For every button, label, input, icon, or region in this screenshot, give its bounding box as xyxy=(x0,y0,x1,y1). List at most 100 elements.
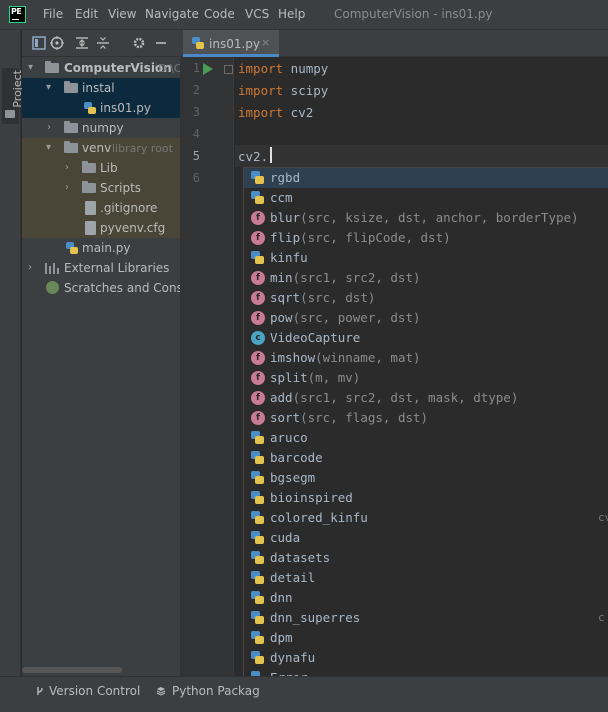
tree-item-instal[interactable]: ▾ instal xyxy=(22,78,180,98)
menu-vcs[interactable]: VCS xyxy=(245,7,269,21)
function-icon: f xyxy=(251,311,265,325)
chevron-right-icon[interactable]: › xyxy=(65,182,69,193)
completion-item[interactable]: dynafu xyxy=(244,648,608,668)
completion-item-source: c xyxy=(598,611,605,624)
completion-item-label: dnn_superres xyxy=(270,610,361,625)
completion-item-label: imshow(winname, mat) xyxy=(270,350,421,365)
completion-item[interactable]: f sqrt(src, dst) xyxy=(244,288,608,308)
function-icon: f xyxy=(251,351,265,365)
completion-item[interactable]: rgbd xyxy=(244,168,608,188)
run-icon[interactable] xyxy=(203,63,213,75)
completion-item[interactable]: dnn_superres c xyxy=(244,608,608,628)
tree-item-lib[interactable]: › Lib xyxy=(22,158,180,178)
completion-item[interactable]: f split(m, mv) xyxy=(244,368,608,388)
menu-help[interactable]: Help xyxy=(278,7,305,21)
chevron-right-icon[interactable]: › xyxy=(47,122,51,133)
folder-icon xyxy=(45,61,59,73)
tree-item-scripts[interactable]: › Scripts xyxy=(22,178,180,198)
horizontal-scrollbar[interactable] xyxy=(22,667,122,673)
file-icon xyxy=(85,201,96,215)
fold-icon[interactable] xyxy=(224,65,233,74)
python-packages-button[interactable]: Python Packag xyxy=(172,684,260,698)
folder-icon xyxy=(82,181,96,193)
code-line: import scipy xyxy=(238,83,329,98)
menu-code[interactable]: Code xyxy=(204,7,235,21)
completion-item[interactable]: aruco xyxy=(244,428,608,448)
bottom-tool-bar: Version Control Python Packag xyxy=(0,676,608,706)
completion-item[interactable]: dnn xyxy=(244,588,608,608)
module-icon xyxy=(251,631,265,645)
tree-item-numpy[interactable]: › numpy xyxy=(22,118,180,138)
completion-item[interactable]: f blur(src, ksize, dst, anchor, borderTyp… xyxy=(244,208,608,228)
completion-item-label: kinfu xyxy=(270,250,308,265)
completion-item[interactable]: dpm xyxy=(244,628,608,648)
completion-item[interactable]: colored_kinfu cv xyxy=(244,508,608,528)
tree-item-ins01-py[interactable]: ins01.py xyxy=(22,98,180,118)
chevron-down-icon[interactable]: ▾ xyxy=(46,82,51,93)
completion-item-source: cv xyxy=(598,511,608,524)
expand-all-icon[interactable] xyxy=(75,36,89,50)
project-view-icon[interactable] xyxy=(32,36,46,50)
line-number: 2 xyxy=(192,83,200,97)
tree-item-main-py[interactable]: main.py xyxy=(22,238,180,258)
tree-item-label: main.py xyxy=(82,241,131,255)
tree-item-gitignore[interactable]: .gitignore xyxy=(22,198,180,218)
completion-popup[interactable]: rgbd ccm f blur(src, ksize, dst, anchor, bo… xyxy=(243,167,608,712)
tree-item-computervision[interactable]: ▾ ComputerVision D:\C xyxy=(22,58,180,78)
function-icon: f xyxy=(251,211,265,225)
locate-file-icon[interactable] xyxy=(50,36,64,50)
project-folder-icon xyxy=(5,110,15,118)
module-icon xyxy=(251,611,265,625)
tree-item-scratches[interactable]: Scratches and Console xyxy=(22,278,180,298)
completion-item[interactable]: f flip(src, flipCode, dst) xyxy=(244,228,608,248)
tree-item-venv[interactable]: ▾ venv library root xyxy=(22,138,180,158)
chevron-down-icon[interactable]: ▾ xyxy=(28,62,33,73)
tab-ins01-py[interactable]: ins01.py × xyxy=(183,30,279,57)
module-icon xyxy=(251,551,265,565)
version-control-button[interactable]: Version Control xyxy=(49,684,140,698)
module-icon xyxy=(251,571,265,585)
module-icon xyxy=(251,651,265,665)
folder-icon xyxy=(82,161,96,173)
completion-item[interactable]: c VideoCapture xyxy=(244,328,608,348)
tree-item-external-libraries[interactable]: › External Libraries xyxy=(22,258,180,278)
menu-view[interactable]: View xyxy=(108,7,136,21)
menu-edit[interactable]: Edit xyxy=(75,7,98,21)
module-icon xyxy=(251,191,265,205)
module-icon xyxy=(251,531,265,545)
completion-item[interactable]: f imshow(winname, mat) xyxy=(244,348,608,368)
completion-item-label: colored_kinfu xyxy=(270,510,368,525)
chevron-right-icon[interactable]: › xyxy=(65,162,69,173)
code-line: import numpy xyxy=(238,61,329,76)
gear-icon[interactable] xyxy=(132,36,146,50)
completion-item[interactable]: cuda xyxy=(244,528,608,548)
completion-item[interactable]: f sort(src, flags, dst) xyxy=(244,408,608,428)
menu-file[interactable]: File xyxy=(43,7,63,21)
chevron-right-icon[interactable]: › xyxy=(28,262,32,273)
function-icon: f xyxy=(251,271,265,285)
completion-item-label: rgbd xyxy=(270,170,301,185)
chevron-down-icon[interactable]: ▾ xyxy=(46,142,51,153)
completion-item[interactable]: bgsegm xyxy=(244,468,608,488)
completion-item[interactable]: f min(src1, src2, dst) xyxy=(244,268,608,288)
menu-navigate[interactable]: Navigate xyxy=(145,7,199,21)
completion-item[interactable]: kinfu xyxy=(244,248,608,268)
completion-item[interactable]: f pow(src, power, dst) xyxy=(244,308,608,328)
tree-item-pyvenv-cfg[interactable]: pyvenv.cfg xyxy=(22,218,180,238)
completion-item[interactable]: ccm xyxy=(244,188,608,208)
completion-item[interactable]: detail xyxy=(244,568,608,588)
branch-icon xyxy=(37,687,43,695)
completion-item[interactable]: f add(src1, src2, dst, mask, dtype) xyxy=(244,388,608,408)
close-icon[interactable]: × xyxy=(261,36,270,49)
function-icon: f xyxy=(251,371,265,385)
hide-panel-icon[interactable] xyxy=(154,36,168,50)
function-icon: f xyxy=(251,411,265,425)
completion-item[interactable]: bioinspired xyxy=(244,488,608,508)
status-bar xyxy=(0,706,608,712)
completion-item[interactable]: barcode xyxy=(244,448,608,468)
collapse-all-icon[interactable] xyxy=(96,36,110,50)
completion-item[interactable]: datasets xyxy=(244,548,608,568)
line-number: 6 xyxy=(192,171,200,185)
editor-gutter: 1 2 3 4 5 6 xyxy=(180,57,234,676)
current-line-highlight xyxy=(235,145,608,167)
